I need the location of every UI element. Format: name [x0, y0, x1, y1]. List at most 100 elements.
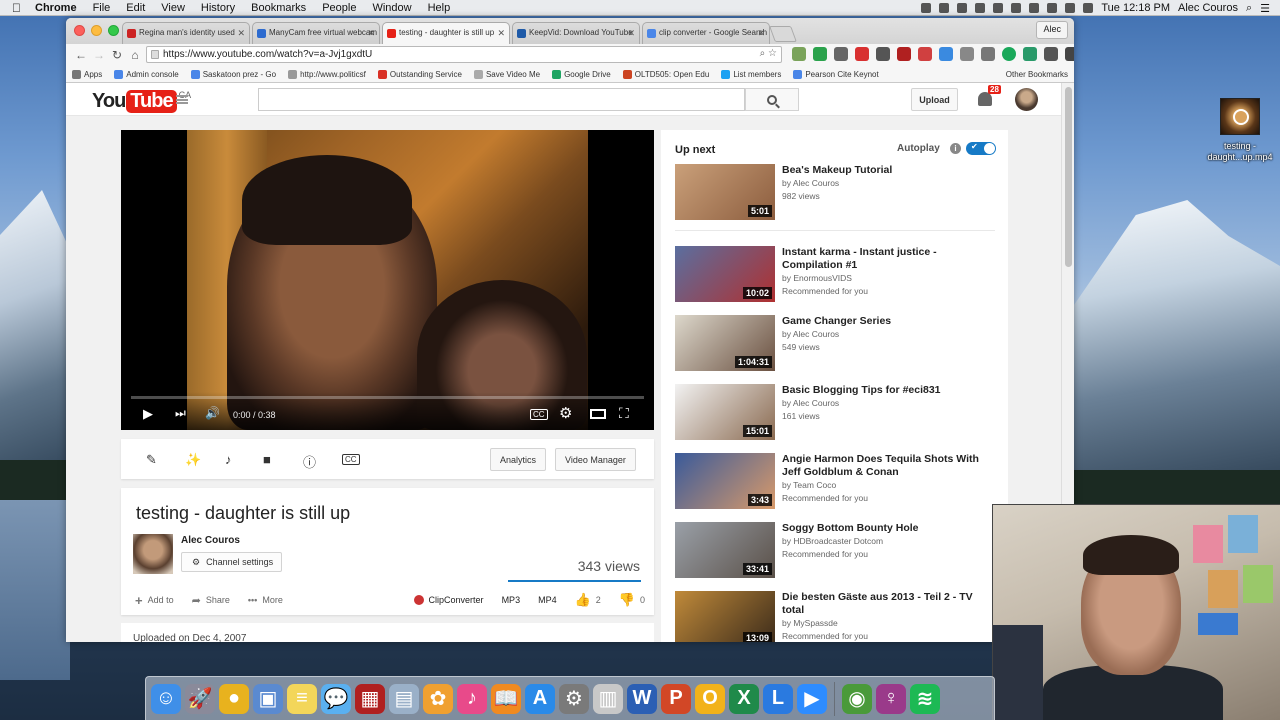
- adblock-extension-icon[interactable]: [855, 47, 869, 61]
- account-avatar[interactable]: [1015, 88, 1038, 111]
- close-tab-icon[interactable]: ✕: [627, 28, 635, 39]
- mp4-button[interactable]: MP4: [538, 595, 557, 605]
- extension-icon[interactable]: [918, 47, 932, 61]
- search-input[interactable]: [258, 88, 745, 111]
- battery-icon[interactable]: [1083, 3, 1094, 13]
- tray-icon[interactable]: [1011, 3, 1022, 13]
- menu-history[interactable]: History: [201, 2, 235, 14]
- chrome-menu-icon[interactable]: [1065, 47, 1074, 61]
- video-thumbnail[interactable]: 3:43: [675, 453, 775, 509]
- bookmark-item[interactable]: OLTD505: Open Edu: [622, 69, 709, 79]
- guide-menu-icon[interactable]: [176, 95, 188, 104]
- tray-icon[interactable]: [921, 3, 932, 13]
- recommended-video-title[interactable]: Die besten Gäste aus 2013 - Teil 2 - TV …: [782, 591, 997, 616]
- menu-help[interactable]: Help: [428, 2, 451, 14]
- dock-globe-app-icon[interactable]: ◉: [842, 683, 872, 714]
- extension-icon[interactable]: [792, 47, 806, 61]
- recommended-video-title[interactable]: Basic Blogging Tips for #eci831: [782, 384, 997, 397]
- reload-icon[interactable]: ↻: [108, 48, 126, 62]
- apple-menu-icon[interactable]: : [12, 1, 21, 15]
- wifi-icon[interactable]: [1047, 3, 1058, 13]
- dock-launchpad-icon[interactable]: 🚀: [185, 683, 215, 714]
- minimize-window-button[interactable]: [91, 25, 102, 36]
- extension-icon[interactable]: [939, 47, 953, 61]
- menu-window[interactable]: Window: [372, 2, 411, 14]
- upload-button[interactable]: Upload: [911, 88, 958, 111]
- close-tab-icon[interactable]: ✕: [757, 28, 765, 39]
- bookmark-item[interactable]: Google Drive: [552, 69, 611, 79]
- menubar-clock[interactable]: Tue 12:18 PM: [1101, 2, 1170, 14]
- audio-music-icon[interactable]: ♪: [225, 452, 232, 467]
- recommended-video-title[interactable]: Angie Harmon Does Tequila Shots With Jef…: [782, 453, 997, 478]
- dock-powerpoint-icon[interactable]: P: [661, 683, 691, 714]
- tray-icon[interactable]: [993, 3, 1004, 13]
- dock-image-capture-icon[interactable]: ▤: [389, 683, 419, 714]
- dock-finder-icon[interactable]: ☺: [151, 683, 181, 714]
- other-bookmarks[interactable]: Other Bookmarks: [1003, 70, 1068, 79]
- recommended-video[interactable]: 15:01 Basic Blogging Tips for #eci831 by A…: [675, 384, 995, 442]
- browser-tab[interactable]: KeepVid: Download YouTube ✕: [512, 22, 640, 44]
- dock-lync-icon[interactable]: L: [763, 683, 793, 714]
- browser-tab[interactable]: ManyCam free virtual webcam ✕: [252, 22, 380, 44]
- add-to-button[interactable]: + Add to: [135, 593, 174, 608]
- desktop-video-file-icon[interactable]: [1220, 98, 1260, 135]
- desktop-file-label[interactable]: testing - daught...up.mp4: [1198, 141, 1280, 163]
- tray-icon[interactable]: [957, 3, 968, 13]
- address-bar[interactable]: https://www.youtube.com/watch?v=a-Jvj1gx…: [146, 46, 782, 63]
- menubar-user[interactable]: Alec Couros: [1178, 2, 1238, 14]
- browser-tab[interactable]: testing - daughter is still up ✕: [382, 22, 510, 44]
- search-button[interactable]: [745, 88, 799, 111]
- theater-mode-icon[interactable]: [590, 409, 606, 419]
- browser-tab[interactable]: Regina man's identity used ✕: [122, 22, 250, 44]
- menu-bookmarks[interactable]: Bookmarks: [251, 2, 306, 14]
- dock-notes-icon[interactable]: ≡: [287, 683, 317, 714]
- back-arrow-icon[interactable]: ←: [72, 48, 90, 62]
- search-icon[interactable]: ⌕: [1246, 2, 1252, 15]
- captions-icon[interactable]: CC: [530, 409, 548, 420]
- recommended-video[interactable]: 33:41 Soggy Bottom Bounty Hole by HDBroadc…: [675, 522, 995, 580]
- dock-ibooks-icon[interactable]: 📖: [491, 683, 521, 714]
- bookmark-item[interactable]: http://www.politicsf: [288, 69, 366, 79]
- extension-icon[interactable]: [981, 47, 995, 61]
- settings-gear-icon[interactable]: ⚙: [559, 404, 572, 422]
- channel-avatar[interactable]: [133, 534, 173, 574]
- menu-edit[interactable]: Edit: [126, 2, 145, 14]
- bookmark-item[interactable]: Apps: [72, 69, 102, 79]
- close-tab-icon[interactable]: ✕: [237, 28, 245, 39]
- bookmark-item[interactable]: List members: [721, 69, 781, 79]
- dock-chrome-icon[interactable]: ●: [219, 683, 249, 714]
- notifications-bell-icon[interactable]: [978, 92, 992, 106]
- recommended-video-title[interactable]: Instant karma - Instant justice - Compil…: [782, 246, 997, 271]
- video-thumbnail[interactable]: 33:41: [675, 522, 775, 578]
- new-tab-button[interactable]: [769, 26, 797, 42]
- dock-itunes-icon[interactable]: ♪: [457, 683, 487, 714]
- extension-icon[interactable]: [834, 47, 848, 61]
- bookmark-item[interactable]: Saskatoon prez - Go: [190, 69, 276, 79]
- menu-people[interactable]: People: [322, 2, 356, 14]
- edit-pencil-icon[interactable]: ✎: [146, 452, 157, 468]
- video-thumbnail[interactable]: 5:01: [675, 164, 775, 220]
- menu-view[interactable]: View: [161, 2, 185, 14]
- extension-icon[interactable]: [876, 47, 890, 61]
- browser-tab[interactable]: clip converter - Google Search ✕: [642, 22, 770, 44]
- scrollbar-thumb[interactable]: [1065, 87, 1072, 267]
- bookmark-item[interactable]: Outstanding Service: [377, 69, 462, 79]
- home-icon[interactable]: ⌂: [126, 48, 144, 62]
- tray-icon[interactable]: [1029, 3, 1040, 13]
- video-thumbnail[interactable]: 13:09: [675, 591, 775, 642]
- extension-icon[interactable]: [1044, 47, 1058, 61]
- dock-zoom-icon[interactable]: ▶: [797, 683, 827, 714]
- autoplay-toggle[interactable]: [966, 142, 996, 155]
- volume-icon[interactable]: 🔊: [205, 406, 220, 420]
- bookmark-item[interactable]: Pearson Cite Keynot: [793, 69, 879, 79]
- dock-excel-icon[interactable]: X: [729, 683, 759, 714]
- dock-feminism-app-icon[interactable]: ♀: [876, 683, 906, 714]
- tray-icon[interactable]: [939, 3, 950, 13]
- dock-photos-icon[interactable]: ✿: [423, 683, 453, 714]
- recommended-video-title[interactable]: Bea's Makeup Tutorial: [782, 164, 997, 177]
- autoplay-info-icon[interactable]: i: [950, 143, 961, 154]
- menu-app-name[interactable]: Chrome: [35, 2, 77, 14]
- bookmark-item[interactable]: Admin console: [114, 69, 179, 79]
- fullscreen-icon[interactable]: ⛶: [619, 405, 629, 422]
- profile-button[interactable]: Alec: [1036, 21, 1068, 39]
